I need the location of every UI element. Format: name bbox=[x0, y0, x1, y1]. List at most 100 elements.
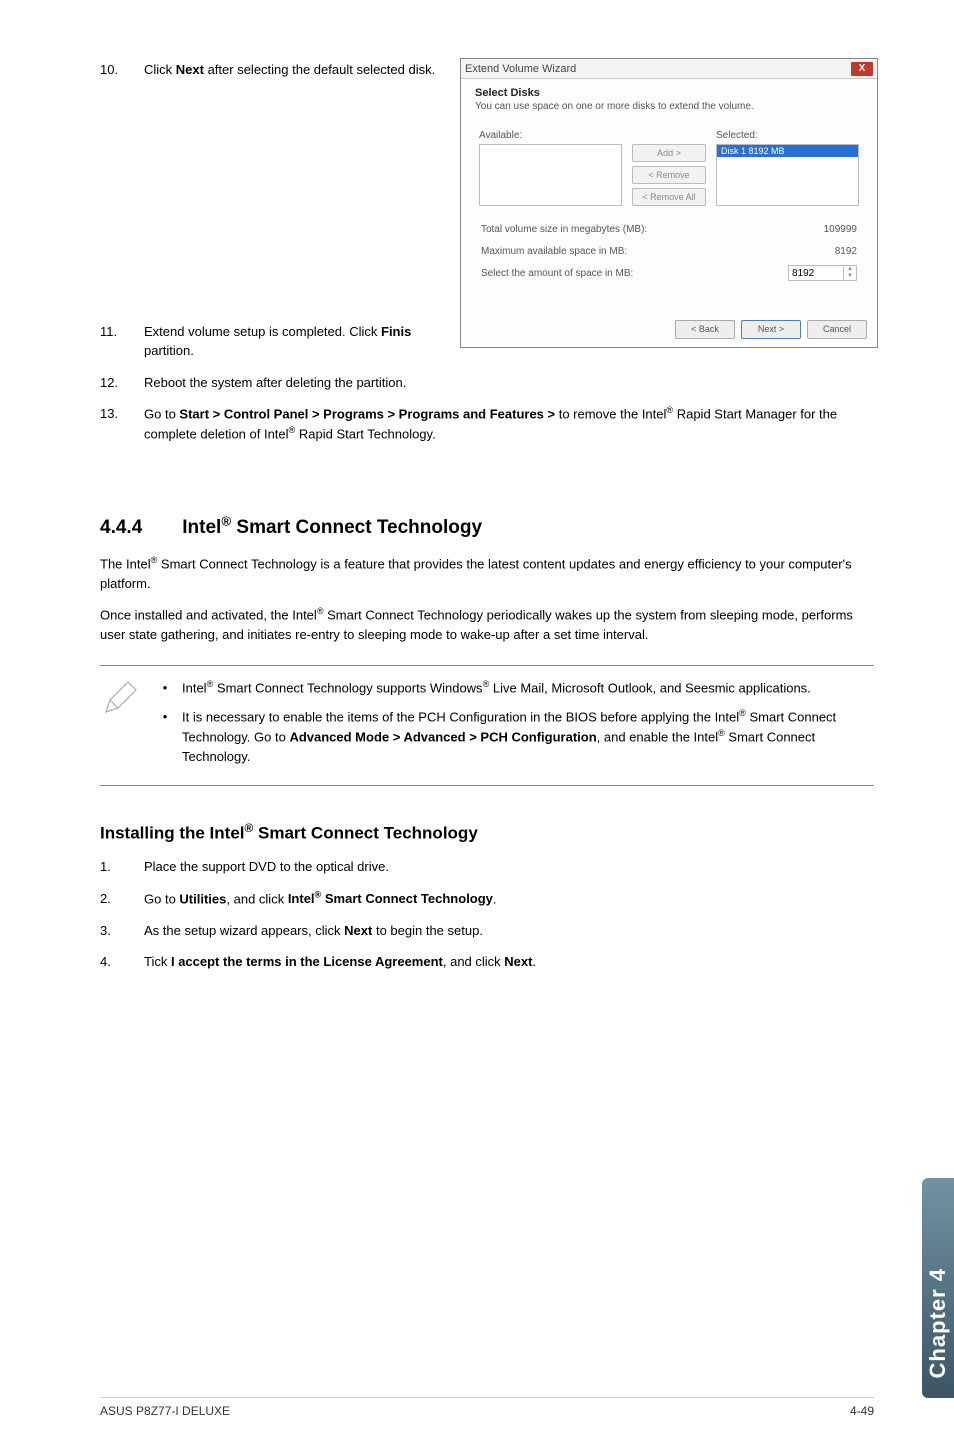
selected-label: Selected: bbox=[716, 130, 859, 141]
note-box: • Intel ® Smart Connect Technology suppor… bbox=[100, 665, 874, 786]
section-heading: 4.4.4 Intel® Smart Connect Technology bbox=[100, 514, 874, 539]
txt: Live Mail, Microsoft Outlook, and Seesmi… bbox=[489, 680, 811, 695]
step-number: 4. bbox=[100, 952, 144, 972]
txt: to remove the Intel bbox=[559, 406, 667, 421]
note-pen-icon bbox=[100, 678, 148, 723]
paragraph: Once installed and activated, the Intel®… bbox=[100, 605, 874, 644]
txt: . bbox=[493, 891, 497, 906]
remove-all-button[interactable]: < Remove All bbox=[632, 188, 706, 206]
max-space-label: Maximum available space in MB: bbox=[481, 246, 627, 257]
back-button[interactable]: < Back bbox=[675, 320, 735, 339]
total-size-label: Total volume size in megabytes (MB): bbox=[481, 224, 647, 235]
step-12: 12. Reboot the system after deleting the… bbox=[100, 373, 874, 393]
txt: Smart Connect Technology bbox=[231, 517, 482, 538]
txt: Tick bbox=[144, 954, 171, 969]
chapter-side-tab: Chapter 4 bbox=[922, 1178, 954, 1398]
txt: , and enable the Intel bbox=[597, 730, 718, 745]
txt: Intel bbox=[182, 680, 207, 695]
txt: It is necessary to enable the items of t… bbox=[182, 710, 739, 725]
note-item: • It is necessary to enable the items of… bbox=[148, 707, 874, 766]
dialog-subheader: You can use space on one or more disks t… bbox=[475, 101, 863, 112]
select-space-label: Select the amount of space in MB: bbox=[481, 268, 633, 279]
dialog-titlebar: Extend Volume Wizard X bbox=[461, 59, 877, 79]
txt: , and click bbox=[226, 891, 287, 906]
selected-item[interactable]: Disk 1 8192 MB bbox=[717, 145, 858, 157]
txt: Smart Connect Technology is a feature th… bbox=[100, 556, 852, 591]
step-text: Go to Start > Control Panel > Programs >… bbox=[144, 404, 874, 444]
section-title: Intel® Smart Connect Technology bbox=[182, 517, 482, 538]
step-number: 3. bbox=[100, 921, 144, 941]
space-spinner[interactable]: ▲▼ bbox=[788, 265, 857, 281]
txt: Go to bbox=[144, 891, 179, 906]
step-text: Click Next after selecting the default s… bbox=[144, 60, 444, 80]
close-icon[interactable]: X bbox=[851, 62, 873, 76]
spin-up-icon[interactable]: ▲ bbox=[844, 266, 856, 273]
install-step-1: 1. Place the support DVD to the optical … bbox=[100, 857, 874, 877]
txt: The Intel bbox=[100, 556, 151, 571]
paragraph: The Intel® Smart Connect Technology is a… bbox=[100, 554, 874, 593]
txt: Once installed and activated, the Intel bbox=[100, 608, 317, 623]
step-number: 10. bbox=[100, 60, 144, 80]
bold: Finis bbox=[381, 324, 411, 339]
bullet-icon: • bbox=[148, 707, 182, 766]
selected-listbox[interactable]: Disk 1 8192 MB bbox=[716, 144, 859, 206]
step-number: 1. bbox=[100, 857, 144, 877]
add-button[interactable]: Add > bbox=[632, 144, 706, 162]
install-step-2: 2. Go to Utilities, and click Intel® Sma… bbox=[100, 889, 874, 909]
footer-right: 4-49 bbox=[850, 1404, 874, 1418]
max-space-value: 8192 bbox=[835, 246, 857, 257]
bold: Next bbox=[344, 923, 372, 938]
next-button[interactable]: Next > bbox=[741, 320, 801, 339]
step-number: 11. bbox=[100, 322, 144, 361]
bold: Next bbox=[176, 62, 204, 77]
reg: ® bbox=[718, 728, 725, 738]
note-item: • Intel® Smart Connect Technology suppor… bbox=[148, 678, 874, 698]
step-13: 13. Go to Start > Control Panel > Progra… bbox=[100, 404, 874, 444]
reg: ® bbox=[245, 821, 254, 835]
bold: I accept the terms in the License Agreem… bbox=[171, 954, 443, 969]
txt: partition. bbox=[144, 343, 194, 358]
txt: Click bbox=[144, 62, 176, 77]
txt: after selecting the default selected dis… bbox=[204, 62, 435, 77]
step-text: Reboot the system after deleting the par… bbox=[144, 373, 874, 393]
install-step-3: 3. As the setup wizard appears, click Ne… bbox=[100, 921, 874, 941]
step-number: 13. bbox=[100, 404, 144, 444]
bold: Utilities bbox=[179, 891, 226, 906]
cancel-button[interactable]: Cancel bbox=[807, 320, 867, 339]
txt: Rapid Start Technology. bbox=[295, 426, 435, 441]
space-input[interactable] bbox=[788, 265, 844, 281]
reg: ® bbox=[221, 514, 231, 529]
txt: Intel bbox=[288, 891, 315, 906]
remove-button[interactable]: < Remove bbox=[632, 166, 706, 184]
txt: Smart Connect Technology bbox=[321, 891, 493, 906]
bold: Next bbox=[504, 954, 532, 969]
step-number: 2. bbox=[100, 889, 144, 909]
available-label: Available: bbox=[479, 130, 622, 141]
section-number: 4.4.4 bbox=[100, 517, 142, 538]
extend-volume-wizard-dialog: Extend Volume Wizard X Select Disks You … bbox=[460, 58, 878, 348]
step-text: Place the support DVD to the optical dri… bbox=[144, 857, 874, 877]
bold: Start > Control Panel > Programs > Progr… bbox=[179, 406, 558, 421]
txt: Intel bbox=[182, 517, 221, 538]
txt: . bbox=[532, 954, 536, 969]
dialog-header: Select Disks bbox=[475, 87, 863, 99]
bold: Advanced Mode > Advanced > PCH Configura… bbox=[289, 730, 596, 745]
txt: Smart Connect Technology bbox=[253, 823, 478, 842]
step-text: As the setup wizard appears, click Next … bbox=[144, 921, 874, 941]
reg: ® bbox=[739, 708, 746, 718]
reg: ® bbox=[317, 606, 324, 616]
step-text: Go to Utilities, and click Intel® Smart … bbox=[144, 889, 874, 909]
txt: to begin the setup. bbox=[372, 923, 483, 938]
available-listbox[interactable] bbox=[479, 144, 622, 206]
install-step-4: 4. Tick I accept the terms in the Licens… bbox=[100, 952, 874, 972]
chapter-label: Chapter 4 bbox=[925, 1268, 951, 1378]
sub-heading: Installing the Intel® Smart Connect Tech… bbox=[100, 821, 874, 844]
txt: Smart Connect Technology supports Window… bbox=[213, 680, 482, 695]
spin-down-icon[interactable]: ▼ bbox=[844, 273, 856, 280]
bold: Intel® Smart Connect Technology bbox=[288, 891, 493, 906]
page-footer: ASUS P8Z77-I DELUXE 4-49 bbox=[100, 1397, 874, 1418]
txt: Installing the Intel bbox=[100, 823, 245, 842]
txt: As the setup wizard appears, click bbox=[144, 923, 344, 938]
total-size-value: 109999 bbox=[824, 224, 857, 235]
txt: , and click bbox=[443, 954, 504, 969]
